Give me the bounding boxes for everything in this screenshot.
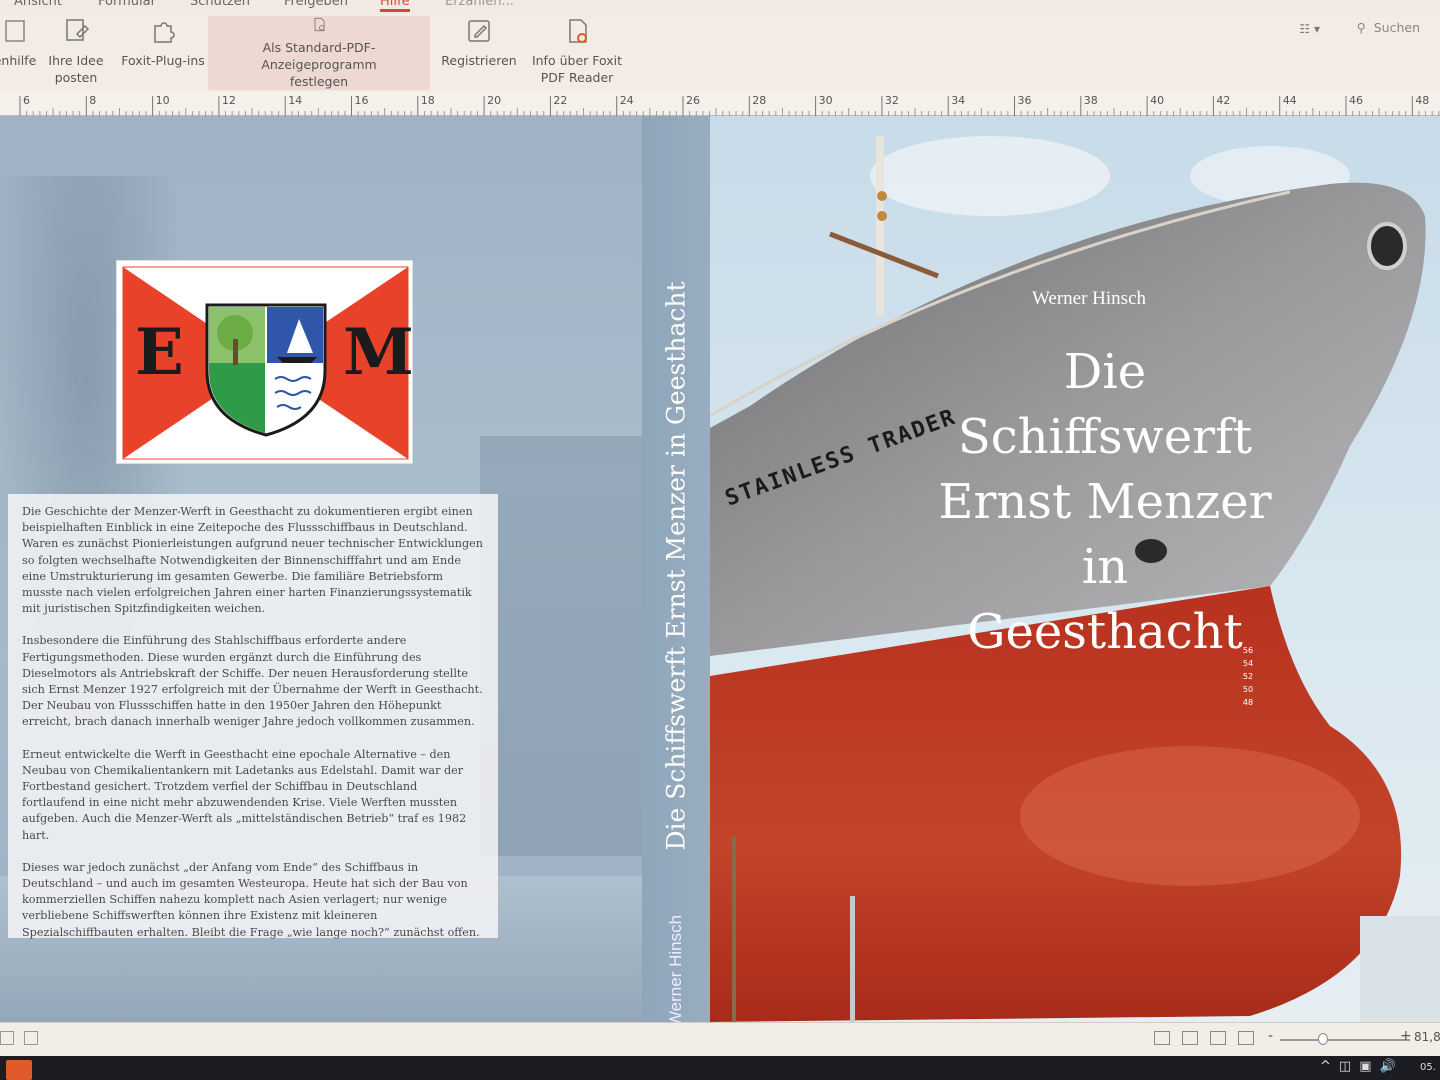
menu-tab-freigeben[interactable]: Freigeben (284, 0, 348, 9)
zoom-out-button[interactable]: - (1268, 1028, 1273, 1044)
background-photo-hull (480, 436, 642, 856)
status-left-icons (0, 1031, 38, 1045)
blurb-paragraph: Die Geschichte der Menzer-Werft in Geest… (22, 505, 484, 616)
menu-tab-hilfe[interactable]: Hilfe (380, 0, 410, 12)
blurb-paragraph: Erneut entwickelte die Werft in Geesthac… (22, 747, 467, 842)
windows-taskbar: ^ ◫ ▣ 🔊 05. (0, 1056, 1440, 1080)
zoom-in-button[interactable]: + (1400, 1028, 1412, 1044)
foxit-taskbar-icon[interactable] (6, 1060, 32, 1080)
status-bar: - + 81,8 (0, 1022, 1440, 1056)
blurb-paragraph: Dieses war jedoch zunächst „der Anfang v… (22, 860, 480, 939)
register-icon (468, 20, 490, 42)
draft-mark: 48 (1242, 698, 1254, 707)
ruler-label: 48 (1415, 94, 1429, 107)
draft-mark: 50 (1242, 685, 1254, 694)
logo-letter-m: M (343, 315, 414, 390)
ruler-label: 22 (553, 94, 567, 107)
back-cover-blurb: Die Geschichte der Menzer-Werft in Geest… (8, 494, 498, 939)
about-icon (569, 19, 587, 43)
front-author: Werner Hinsch (1032, 288, 1147, 309)
ruler-label: 40 (1150, 94, 1164, 107)
search-icon: ⚲ (1356, 20, 1366, 35)
page-thumbnail-icon[interactable] (0, 1031, 14, 1045)
em-logo: E M (116, 260, 414, 464)
view-options-dropdown[interactable]: ☷ ▾ (1299, 22, 1320, 36)
menu-bar: Ansicht Formular Schützen Freigeben Hilf… (0, 0, 1440, 12)
copy-icon[interactable] (24, 1031, 38, 1045)
draft-mark: 52 (1242, 672, 1254, 681)
taskbar-clock[interactable]: 05. (1420, 1062, 1436, 1073)
search-box[interactable]: ⚲ Suchen (1357, 20, 1420, 35)
continuous-facing-view-icon[interactable] (1238, 1031, 1254, 1045)
tell-me-search[interactable]: Erzählen... (445, 0, 514, 9)
foxit-plugins-button[interactable]: Foxit-Plug-ins (120, 16, 206, 90)
spine-title: Die Schiffswerft Ernst Menzer in Geestha… (661, 281, 691, 851)
single-page-view-icon[interactable] (1154, 1031, 1170, 1045)
ruler-label: 6 (23, 94, 30, 107)
front-title: Die Schiffswerft Ernst Menzer in Geestha… (910, 340, 1300, 665)
ruler-label: 28 (752, 94, 766, 107)
speaker-icon[interactable]: 🔊 (1380, 1059, 1396, 1074)
menu-tab-ansicht[interactable]: Ansicht (14, 0, 62, 9)
zoom-slider-track[interactable] (1280, 1039, 1410, 1041)
post-idea-button[interactable]: Ihre Idee posten (44, 16, 108, 90)
register-button[interactable]: Registrieren (440, 16, 518, 90)
ruler-label: 34 (951, 94, 965, 107)
spine-author: Werner Hinsch (666, 914, 685, 1022)
ruler-label: 16 (355, 94, 369, 107)
about-foxit-button[interactable]: Info über Foxit PDF Reader (528, 16, 626, 90)
idea-icon (66, 19, 90, 41)
network-icon[interactable]: ▣ (1359, 1059, 1371, 1074)
ruler-ticks: 6 8 10 12 14 16 18 20 22 24 26 28 30 32 34 36 38 40 42 44 46… (19, 94, 1440, 116)
front-cover: STAINLESS TRADER 56 54 52 50 48 Werner H… (710, 116, 1440, 1022)
ruler-label: 12 (222, 94, 236, 107)
default-pdf-icon (314, 17, 325, 32)
back-cover: E M Die Geschichte der Menzer-Werft in G… (0, 116, 642, 1022)
set-default-pdf-viewer-button[interactable]: Als Standard-PDF-Anzeigeprogramm festleg… (208, 16, 430, 90)
front-title-line: Die Schiffswerft (957, 344, 1253, 465)
ruler-label: 8 (89, 94, 96, 107)
menu-tab-schuetzen[interactable]: Schützen (190, 0, 250, 9)
ruler-label: 20 (487, 94, 501, 107)
ruler-label: 46 (1349, 94, 1363, 107)
ruler-label: 32 (885, 94, 899, 107)
device-icon[interactable]: ◫ (1339, 1059, 1351, 1074)
ruler-label: 42 (1216, 94, 1230, 107)
document-canvas[interactable]: E M Die Geschichte der Menzer-Werft in G… (0, 116, 1440, 1022)
ruler-label: 36 (1018, 94, 1032, 107)
blurb-paragraph: Insbesondere die Einführung des Stahlsch… (22, 634, 483, 729)
chevron-up-icon[interactable]: ^ (1320, 1059, 1331, 1074)
ribbon-toolbar: enhilfe Ihre Idee posten Foxit-Plug-ins … (0, 12, 1440, 92)
ruler-label: 30 (819, 94, 833, 107)
help-icon (5, 20, 25, 42)
system-tray: ^ ◫ ▣ 🔊 (1320, 1059, 1396, 1074)
plugin-icon (154, 22, 175, 43)
front-title-line: Geesthacht (967, 604, 1243, 660)
menu-tab-formular[interactable]: Formular (98, 0, 156, 9)
zoom-slider-thumb[interactable] (1317, 1033, 1328, 1045)
logo-letter-e: E (135, 315, 184, 390)
book-spine: Die Schiffswerft Ernst Menzer in Geestha… (642, 116, 710, 1022)
online-help-button[interactable]: enhilfe (0, 16, 38, 90)
horizontal-ruler: 6 8 10 12 14 16 18 20 22 24 26 28 30 32 34 36 38 40 42 44 46… (0, 92, 1440, 116)
zoom-level[interactable]: 81,8 (1414, 1030, 1440, 1044)
ruler-label: 38 (1084, 94, 1098, 107)
ruler-label: 10 (156, 94, 170, 107)
ruler-label: 44 (1283, 94, 1297, 107)
search-placeholder: Suchen (1373, 20, 1420, 35)
ruler-label: 18 (421, 94, 435, 107)
ruler-label: 26 (686, 94, 700, 107)
facing-view-icon[interactable] (1210, 1031, 1226, 1045)
front-title-line: Ernst Menzer in (938, 474, 1272, 595)
continuous-view-icon[interactable] (1182, 1031, 1198, 1045)
ruler-label: 24 (620, 94, 634, 107)
ruler-label: 14 (288, 94, 302, 107)
page-view-buttons (1154, 1031, 1254, 1045)
